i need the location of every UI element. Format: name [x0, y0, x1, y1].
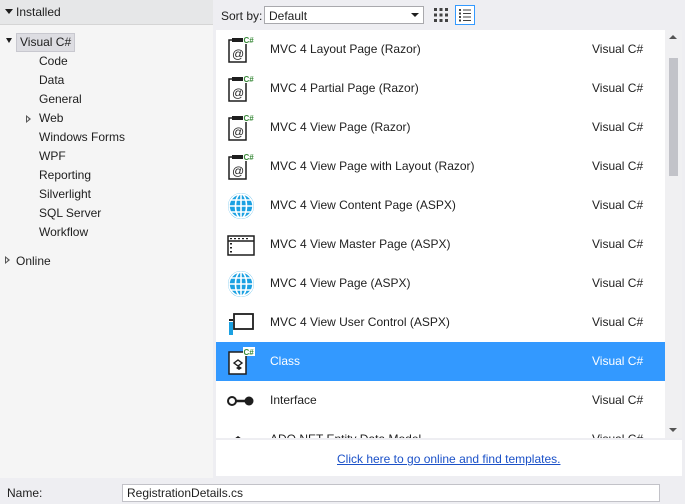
svg-text:C#: C#: [244, 36, 255, 45]
template-row[interactable]: MVC 4 View Content Page (ASPX) Visual C#: [216, 186, 665, 225]
tree-item-silverlight[interactable]: Silverlight: [39, 187, 91, 201]
name-input[interactable]: [122, 484, 660, 502]
razor-page-icon: @ C#: [226, 74, 256, 104]
template-row[interactable]: MVC 4 View Page (ASPX) Visual C#: [216, 264, 665, 303]
expanded-arrow-icon[interactable]: [6, 38, 12, 43]
user-control-icon: [226, 308, 256, 338]
template-language: Visual C#: [592, 237, 644, 251]
template-row[interactable]: ADO.NET Entity Data Model Visual C#: [216, 420, 665, 438]
razor-page-icon: @ C#: [226, 113, 256, 143]
template-list-scrollbar[interactable]: [665, 30, 682, 438]
collapsed-arrow-icon[interactable]: [26, 115, 31, 123]
collapsed-arrow-icon[interactable]: [5, 256, 10, 264]
tree-item-label: Visual C#: [20, 35, 72, 49]
master-page-icon: [226, 230, 256, 260]
template-name: Interface: [270, 393, 317, 407]
template-name: MVC 4 Partial Page (Razor): [270, 81, 419, 95]
template-language: Visual C#: [592, 432, 643, 438]
template-name: MVC 4 View Page (Razor): [270, 120, 411, 134]
list-view-icon: [459, 9, 471, 22]
tree-item-web[interactable]: Web: [39, 111, 63, 125]
template-row[interactable]: @ C# MVC 4 View Page with Layout (Razor) Vi…: [216, 147, 665, 186]
tree-item-data[interactable]: Data: [39, 73, 64, 87]
tree-item-code[interactable]: Code: [39, 54, 68, 68]
template-list[interactable]: @ C# MVC 4 Layout Page (Razor) Visual C# @ C#…: [216, 30, 682, 438]
list-view-button[interactable]: [455, 5, 475, 25]
entity-model-icon: [226, 425, 256, 438]
template-row[interactable]: @ C# MVC 4 Partial Page (Razor) Visual C#: [216, 69, 665, 108]
razor-page-icon: @ C#: [226, 35, 256, 65]
template-name: MVC 4 View Content Page (ASPX): [270, 198, 456, 212]
template-name: Class: [270, 354, 301, 368]
scroll-down-icon[interactable]: [669, 428, 677, 432]
template-row[interactable]: Interface Visual C#: [216, 381, 665, 420]
template-language: Visual C#: [592, 315, 644, 329]
tree-item-reporting[interactable]: Reporting: [39, 168, 91, 182]
template-row[interactable]: MVC 4 View User Control (ASPX) Visual C#: [216, 303, 665, 342]
globe-icon: [226, 191, 256, 221]
template-language: Visual C#: [592, 354, 644, 368]
template-name: ADO.NET Entity Data Model: [270, 432, 421, 438]
name-label: Name:: [7, 486, 43, 500]
tree-item-workflow[interactable]: Workflow: [39, 225, 88, 239]
tree-item-visual-csharp[interactable]: Visual C#: [16, 33, 76, 52]
template-language: Visual C#: [592, 159, 644, 173]
svg-text:@: @: [232, 86, 244, 100]
tree-item-windows-forms[interactable]: Windows Forms: [39, 130, 125, 144]
template-name: MVC 4 View User Control (ASPX): [270, 315, 450, 329]
find-templates-online-link[interactable]: Click here to go online and find templat…: [337, 452, 560, 466]
template-row[interactable]: @ C# MVC 4 View Page (Razor) Visual C#: [216, 108, 665, 147]
sort-by-dropdown[interactable]: Default: [264, 6, 424, 24]
class-icon: C#: [226, 347, 256, 377]
template-language: Visual C#: [592, 198, 644, 212]
template-language: Visual C#: [592, 276, 644, 290]
template-category-tree: Installed Visual C# Code Data General Web Wi…: [0, 0, 213, 478]
template-language: Visual C#: [592, 393, 644, 407]
template-name: MVC 4 Layout Page (Razor): [270, 42, 421, 56]
globe-icon: [226, 269, 256, 299]
svg-text:@: @: [232, 125, 244, 139]
template-row[interactable]: C# Class Visual C#: [216, 342, 665, 381]
installed-label: Installed: [16, 5, 61, 19]
chevron-down-icon: [411, 13, 419, 17]
grid-view-icon[interactable]: [433, 7, 449, 23]
svg-text:C#: C#: [244, 75, 255, 84]
sort-by-label: Sort by:: [221, 9, 263, 23]
scroll-up-icon[interactable]: [669, 35, 677, 39]
installed-header[interactable]: Installed: [0, 0, 213, 25]
sort-by-value: Default: [269, 9, 308, 23]
scroll-thumb[interactable]: [669, 58, 678, 176]
tree-item-sql-server[interactable]: SQL Server: [39, 206, 101, 220]
template-name: MVC 4 View Page with Layout (Razor): [270, 159, 475, 173]
interface-icon: [226, 386, 256, 416]
template-name: MVC 4 View Page (ASPX): [270, 276, 411, 290]
tree-item-online[interactable]: Online: [16, 254, 51, 268]
svg-text:C#: C#: [244, 153, 255, 162]
tree-item-wpf[interactable]: WPF: [39, 149, 66, 163]
online-templates-bar: Click here to go online and find templat…: [216, 440, 682, 476]
razor-page-icon: @ C#: [226, 152, 256, 182]
svg-text:C#: C#: [244, 348, 255, 357]
svg-text:@: @: [232, 47, 244, 61]
template-language: Visual C#: [592, 120, 644, 134]
svg-text:@: @: [232, 164, 244, 178]
template-row[interactable]: @ C# MVC 4 Layout Page (Razor) Visual C#: [216, 30, 665, 69]
svg-text:C#: C#: [244, 114, 255, 123]
template-language: Visual C#: [592, 81, 644, 95]
template-row[interactable]: MVC 4 View Master Page (ASPX) Visual C#: [216, 225, 665, 264]
template-language: Visual C#: [592, 42, 644, 56]
tree-item-general[interactable]: General: [39, 92, 82, 106]
expanded-arrow-icon[interactable]: [5, 9, 13, 14]
template-name: MVC 4 View Master Page (ASPX): [270, 237, 451, 251]
